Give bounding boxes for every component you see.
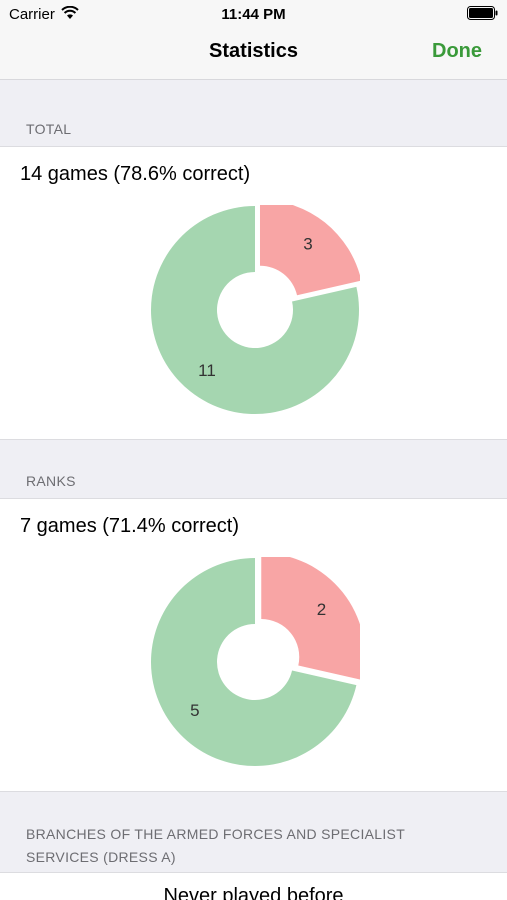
status-time: 11:44 PM bbox=[221, 6, 286, 23]
total-card: 14 games (78.6% correct) 3 11 bbox=[0, 146, 507, 440]
incorrect-count-label: 2 bbox=[317, 600, 326, 619]
section-header-branches: BRANCHES OF THE ARMED FORCES AND SPECIAL… bbox=[26, 826, 405, 865]
total-donut-chart: 3 11 bbox=[151, 205, 360, 414]
incorrect-slice bbox=[261, 557, 360, 680]
ranks-donut-chart: 25 bbox=[151, 557, 360, 766]
status-bar: Carrier 11:44 PM bbox=[0, 0, 507, 28]
incorrect-count-label: 3 bbox=[303, 235, 312, 254]
battery-icon bbox=[467, 6, 499, 25]
branches-card: Never played before bbox=[0, 872, 507, 900]
ranks-card: 7 games (71.4% correct) 25 bbox=[0, 498, 507, 792]
done-button[interactable]: Done bbox=[432, 40, 482, 63]
ranks-summary: 7 games (71.4% correct) bbox=[20, 515, 239, 537]
never-played-label: Never played before bbox=[163, 885, 344, 900]
navigation-bar: Statistics Done bbox=[0, 28, 507, 80]
correct-count-label: 11 bbox=[198, 361, 216, 380]
section-header-ranks: RANKS bbox=[26, 473, 76, 489]
section-header-total: TOTAL bbox=[26, 121, 72, 137]
correct-count-label: 5 bbox=[190, 701, 199, 720]
page-title: Statistics bbox=[209, 40, 298, 62]
total-summary: 14 games (78.6% correct) bbox=[20, 163, 251, 185]
